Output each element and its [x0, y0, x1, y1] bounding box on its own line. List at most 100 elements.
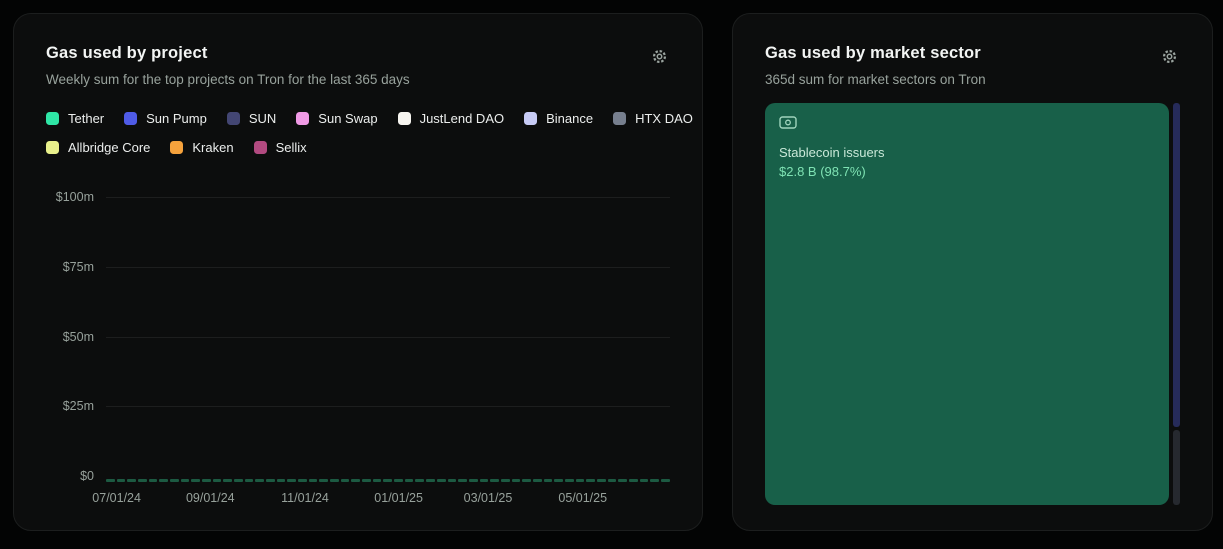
legend-label: SUN — [249, 111, 276, 126]
x-axis-label: 07/01/24 — [92, 491, 141, 505]
legend-item-htx-dao[interactable]: HTX DAO — [613, 111, 693, 126]
legend-item-allbridge-core[interactable]: Allbridge Core — [46, 140, 150, 155]
x-tick-mark — [223, 479, 232, 482]
plot-area — [106, 197, 670, 476]
x-tick-mark — [234, 479, 243, 482]
gridline — [106, 197, 670, 198]
x-axis-label: 11/01/24 — [281, 491, 329, 505]
legend-swatch — [524, 112, 537, 125]
x-tick-mark — [640, 479, 649, 482]
x-axis: 07/01/2409/01/2411/01/2401/01/2503/01/25… — [106, 487, 670, 509]
legend-label: HTX DAO — [635, 111, 693, 126]
legend-swatch — [227, 112, 240, 125]
x-tick-mark — [330, 479, 339, 482]
x-tick-mark — [309, 479, 318, 482]
x-tick-mark — [266, 479, 275, 482]
gas-by-project-card: Gas used by project Weekly sum for the t… — [13, 13, 703, 531]
x-tick-mark — [512, 479, 521, 482]
x-tick-mark — [255, 479, 264, 482]
x-tick-mark — [159, 479, 168, 482]
treemap-slice-label: Stablecoin issuers — [779, 145, 1155, 160]
legend-label: Allbridge Core — [68, 140, 150, 155]
x-tick-mark — [629, 479, 638, 482]
legend-item-binance[interactable]: Binance — [524, 111, 593, 126]
x-axis-label: 05/01/25 — [558, 491, 607, 505]
x-tick-mark — [405, 479, 414, 482]
x-tick-mark — [298, 479, 307, 482]
legend-item-kraken[interactable]: Kraken — [170, 140, 233, 155]
x-tick-mark — [469, 479, 478, 482]
treemap-slice-small-1[interactable] — [1173, 103, 1180, 427]
x-tick-mark — [458, 479, 467, 482]
settings-gear-icon[interactable] — [1159, 46, 1180, 67]
x-tick-mark — [426, 479, 435, 482]
legend-label: Sellix — [276, 140, 307, 155]
legend-label: Tether — [68, 111, 104, 126]
settings-gear-icon[interactable] — [649, 46, 670, 67]
x-tick-mark — [415, 479, 424, 482]
x-tick-mark — [287, 479, 296, 482]
x-tick-mark — [608, 479, 617, 482]
x-tick-mark — [202, 479, 211, 482]
x-tick-mark — [394, 479, 403, 482]
gridline — [106, 267, 670, 268]
x-tick-mark — [565, 479, 574, 482]
x-axis-label: 03/01/25 — [464, 491, 513, 505]
stacked-bar-chart: $100m$75m$50m$25m$0 07/01/2409/01/2411/0… — [46, 197, 670, 509]
x-tick-mark — [117, 479, 126, 482]
x-tick-mark — [448, 479, 457, 482]
x-tick-mark — [106, 479, 115, 482]
x-tick-mark — [661, 479, 670, 482]
x-tick-mark — [245, 479, 254, 482]
x-tick-mark — [522, 479, 531, 482]
legend-item-tether[interactable]: Tether — [46, 111, 104, 126]
legend-label: Sun Swap — [318, 111, 377, 126]
legend-item-sun-swap[interactable]: Sun Swap — [296, 111, 377, 126]
x-tick-mark — [319, 479, 328, 482]
x-tick-mark — [191, 479, 200, 482]
gas-by-market-sector-card: Gas used by market sector 365d sum for m… — [732, 13, 1213, 531]
legend-item-sun[interactable]: SUN — [227, 111, 276, 126]
x-tick-mark — [127, 479, 136, 482]
legend-item-justlend-dao[interactable]: JustLend DAO — [398, 111, 505, 126]
x-tick-mark — [650, 479, 659, 482]
legend-item-sun-pump[interactable]: Sun Pump — [124, 111, 207, 126]
y-axis-label: $0 — [80, 469, 94, 483]
card-subtitle: Weekly sum for the top projects on Tron … — [46, 72, 410, 87]
legend-item-sellix[interactable]: Sellix — [254, 140, 307, 155]
x-tick-mark — [383, 479, 392, 482]
banknote-icon — [779, 116, 797, 133]
x-tick-mark — [181, 479, 190, 482]
x-tick-mark — [277, 479, 286, 482]
x-tick-mark — [351, 479, 360, 482]
card-title: Gas used by market sector — [765, 44, 986, 63]
y-axis-label: $25m — [63, 399, 94, 413]
x-tick-mark — [480, 479, 489, 482]
y-axis: $100m$75m$50m$25m$0 — [46, 197, 94, 476]
x-tick-mark — [149, 479, 158, 482]
gridline — [106, 337, 670, 338]
x-tick-mark — [586, 479, 595, 482]
x-tick-mark — [554, 479, 563, 482]
treemap-slice-small-2[interactable] — [1173, 430, 1180, 505]
x-tick-mark — [373, 479, 382, 482]
card-subtitle: 365d sum for market sectors on Tron — [765, 72, 986, 87]
legend-swatch — [46, 141, 59, 154]
x-tick-mark — [362, 479, 371, 482]
x-tick-mark — [533, 479, 542, 482]
x-tick-mark — [618, 479, 627, 482]
legend-swatch — [254, 141, 267, 154]
treemap-slice-stablecoin-issuers[interactable]: Stablecoin issuers $2.8 B (98.7%) — [765, 103, 1169, 505]
legend-swatch — [296, 112, 309, 125]
x-axis-label: 09/01/24 — [186, 491, 235, 505]
x-axis-ticks — [106, 479, 670, 482]
legend-swatch — [124, 112, 137, 125]
legend-label: Binance — [546, 111, 593, 126]
legend-swatch — [398, 112, 411, 125]
y-axis-label: $50m — [63, 330, 94, 344]
card-title: Gas used by project — [46, 44, 410, 63]
card-header: Gas used by project Weekly sum for the t… — [46, 44, 670, 87]
legend-swatch — [46, 112, 59, 125]
x-tick-mark — [576, 479, 585, 482]
gridline — [106, 406, 670, 407]
